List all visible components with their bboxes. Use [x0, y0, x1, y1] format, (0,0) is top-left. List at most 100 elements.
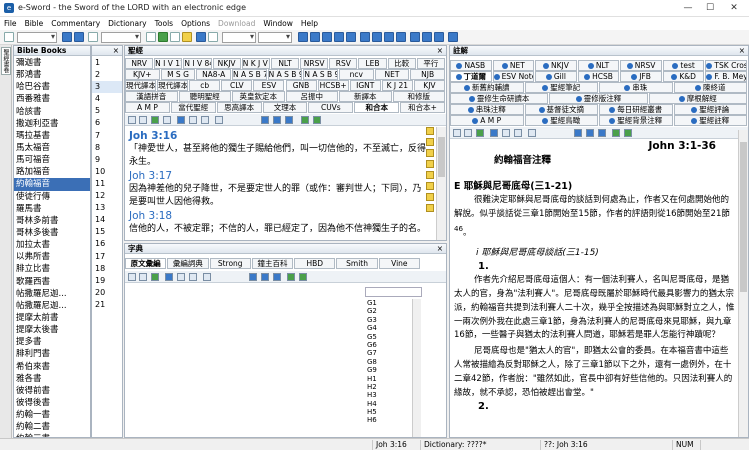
book-item[interactable]: 腓立比書	[14, 263, 90, 275]
tab-bible-books[interactable]: 聖經書卷	[1, 47, 11, 75]
tab-[interactable]: 聽明聖經	[178, 91, 231, 102]
menu-options[interactable]: Options	[177, 17, 214, 30]
layout12-icon[interactable]	[434, 32, 444, 42]
topic-item[interactable]: G2	[365, 307, 412, 315]
chapter-item[interactable]: 11	[92, 178, 122, 190]
book-item[interactable]: 路加福音	[14, 166, 90, 178]
tab-[interactable]: 和修版	[392, 91, 445, 102]
panel2-icon[interactable]	[261, 273, 269, 281]
tab-n-a-s-b-77[interactable]: N A S B 77	[232, 69, 267, 80]
tab-a-m-p[interactable]: A M P	[450, 115, 524, 126]
tab-[interactable]: 串珠	[599, 82, 673, 93]
tab-n-a-s-b-95[interactable]: N A S B 95+	[303, 69, 338, 80]
chapter-item[interactable]: 13	[92, 202, 122, 214]
chapter-item[interactable]: 9	[92, 154, 122, 166]
copy-icon[interactable]	[464, 129, 472, 137]
tab-hbd[interactable]: HBD	[294, 258, 336, 269]
tab-[interactable]: 陳終道	[673, 82, 747, 93]
book-icon[interactable]	[177, 116, 185, 124]
next-icon[interactable]	[313, 116, 321, 124]
search-icon[interactable]	[128, 116, 136, 124]
chapter-item[interactable]: 8	[92, 142, 122, 154]
tab-[interactable]: 現代譯本	[157, 80, 189, 91]
tab-[interactable]: 文理本	[262, 102, 308, 113]
menu-bible[interactable]: Bible	[21, 17, 48, 30]
bible-scrollbar[interactable]	[436, 127, 446, 240]
next-icon[interactable]	[299, 273, 307, 281]
tab-jfb[interactable]: JFB	[620, 71, 662, 82]
topic-item[interactable]: H1	[365, 375, 412, 383]
tab-k-j-21[interactable]: K J 21	[381, 80, 413, 91]
chapter-item[interactable]: 4	[92, 93, 122, 105]
tab-gnb[interactable]: GNB	[285, 80, 317, 91]
chapter-item[interactable]: 7	[92, 130, 122, 142]
tab-clv[interactable]: CLV	[221, 80, 253, 91]
tab-[interactable]: 和合本	[354, 102, 400, 113]
topic-item[interactable]: G8	[365, 358, 412, 366]
tab-net[interactable]: NET	[374, 69, 410, 80]
book-item[interactable]: 瑪拉基書	[14, 130, 90, 142]
verse-ref[interactable]: Joh 3:18	[129, 209, 430, 223]
layout11-icon[interactable]	[422, 32, 432, 42]
tab-njb[interactable]: NJB	[410, 69, 445, 80]
chapter-item[interactable]: 6	[92, 117, 122, 129]
topic-item[interactable]: H6	[365, 416, 412, 424]
notes-icon[interactable]	[182, 32, 192, 42]
tab-nrv[interactable]: NRV	[125, 58, 154, 69]
tab-[interactable]: 彙編詞典	[167, 258, 209, 269]
note-icon[interactable]	[426, 160, 434, 168]
chapter-item[interactable]: 1	[92, 57, 122, 69]
pen-icon[interactable]	[189, 116, 197, 124]
topic-item[interactable]: G1	[365, 299, 412, 307]
menu-window[interactable]: Window	[259, 17, 297, 30]
book-item[interactable]: 約翰一書	[14, 409, 90, 421]
tab-cuvs[interactable]: CUVs	[308, 102, 354, 113]
tab-k-d[interactable]: K&D	[662, 71, 705, 82]
book-item[interactable]: 約翰福音	[14, 178, 90, 191]
book-item[interactable]: 彼得後書	[14, 397, 90, 409]
menu-dictionary[interactable]: Dictionary	[104, 17, 150, 30]
close-button[interactable]: ✕	[726, 2, 742, 14]
tab-[interactable]: 現代譯本+	[125, 80, 157, 91]
pen-icon[interactable]	[502, 129, 510, 137]
scrollbar-thumb[interactable]	[438, 137, 445, 177]
chapter-item[interactable]: 3	[92, 81, 122, 94]
chapter-item[interactable]: 12	[92, 190, 122, 202]
prev-icon[interactable]	[301, 116, 309, 124]
commentary-scrollbar[interactable]	[738, 130, 748, 437]
search-icon[interactable]	[453, 129, 461, 137]
book-item[interactable]: 哥林多後書	[14, 227, 90, 239]
verse-combo[interactable]	[101, 32, 141, 43]
book-item[interactable]: 歌羅西書	[14, 276, 90, 288]
tab-[interactable]: 摩根解經	[648, 93, 747, 104]
copy-icon[interactable]	[139, 273, 147, 281]
tab-strong[interactable]: Strong	[209, 258, 251, 269]
book-item[interactable]: 使徒行傳	[14, 191, 90, 203]
tab-[interactable]: 基督徒文摘	[524, 104, 598, 115]
tab-[interactable]: 新譯本	[339, 91, 392, 102]
tab-net[interactable]: NET	[492, 60, 535, 71]
verse-ref[interactable]: Joh 3:16	[129, 129, 430, 143]
tab-a-m-p[interactable]: A M P	[125, 102, 170, 113]
verse-ref[interactable]: Joh 3:17	[129, 169, 430, 183]
tab-ncv[interactable]: ncv	[339, 69, 374, 80]
search-icon[interactable]	[128, 273, 136, 281]
tab-esv-notes[interactable]: ESV Notes	[492, 71, 535, 82]
highlight-icon[interactable]	[528, 129, 536, 137]
copy-icon[interactable]	[146, 32, 156, 42]
tab-[interactable]: 當代聖經	[170, 102, 216, 113]
chapter-item[interactable]: 20	[92, 287, 122, 299]
highlight-color-combo[interactable]	[222, 32, 256, 43]
tab-nlt[interactable]: NLT	[270, 58, 300, 69]
tab-kjv[interactable]: KJV+	[125, 69, 160, 80]
panel-icon[interactable]	[261, 116, 269, 124]
tab-[interactable]: 平行	[416, 58, 445, 69]
book-item[interactable]: 提摩太前書	[14, 312, 90, 324]
layout6-icon[interactable]	[360, 32, 370, 42]
panel3-icon[interactable]	[598, 129, 606, 137]
note-icon[interactable]	[426, 138, 434, 146]
note-icon[interactable]	[201, 116, 209, 124]
topic-item[interactable]: H3	[365, 391, 412, 399]
note-icon[interactable]	[189, 273, 197, 281]
prev-icon[interactable]	[612, 129, 620, 137]
